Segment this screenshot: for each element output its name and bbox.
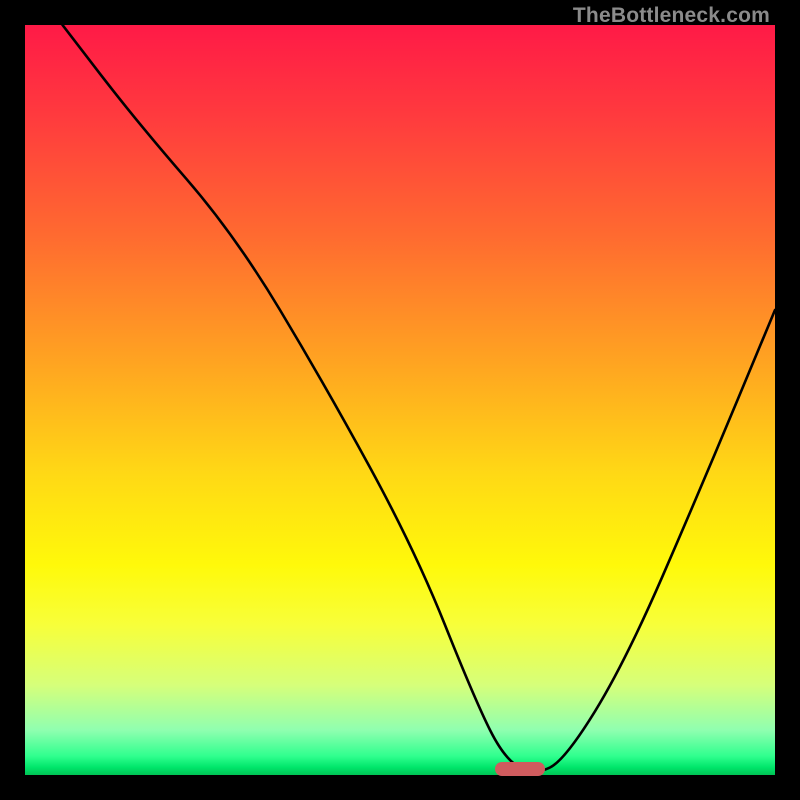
optimal-point-marker	[495, 762, 545, 776]
chart-frame	[25, 25, 775, 775]
bottleneck-curve	[25, 25, 775, 775]
